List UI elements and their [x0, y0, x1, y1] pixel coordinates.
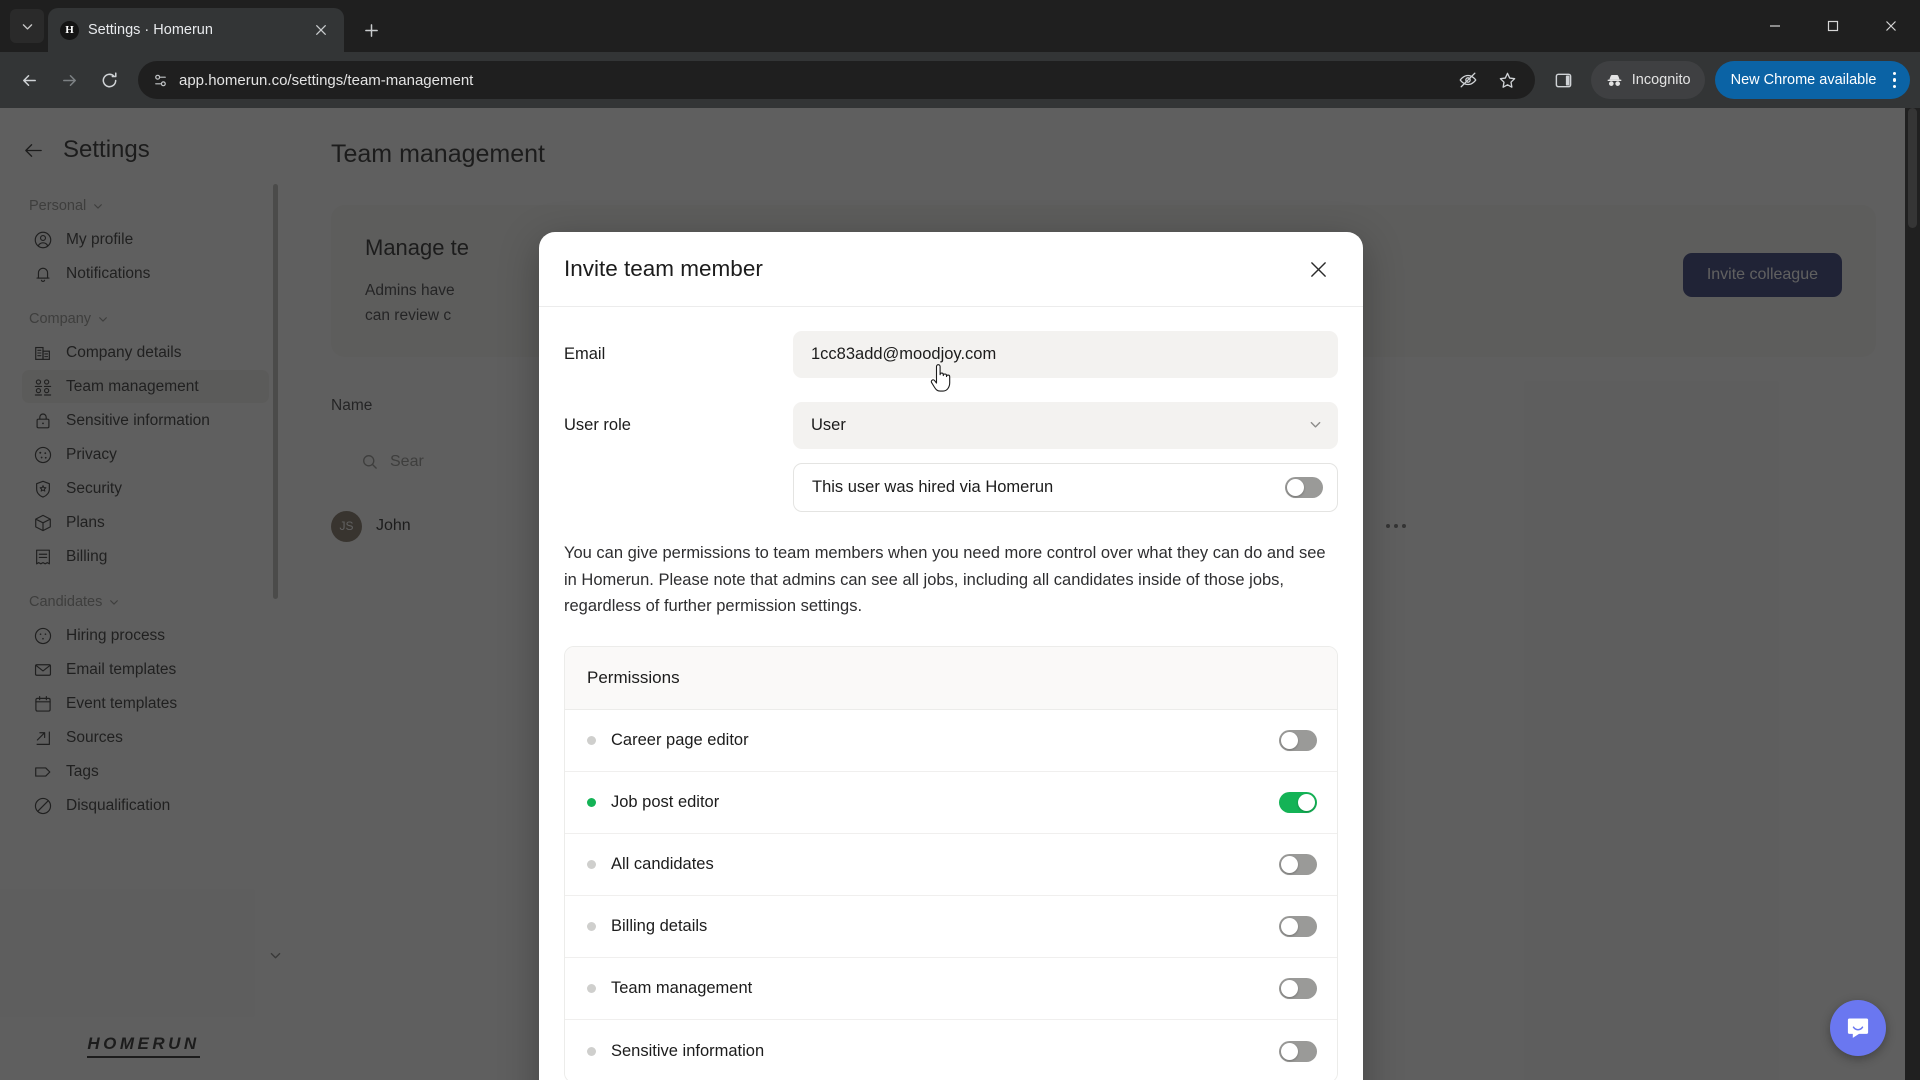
- side-panel-icon[interactable]: [1545, 61, 1583, 99]
- address-bar[interactable]: app.homerun.co/settings/team-management: [138, 61, 1535, 99]
- incognito-label: Incognito: [1631, 72, 1691, 88]
- user-role-select[interactable]: User: [793, 402, 1338, 449]
- permission-row-all-candidates: All candidates: [565, 834, 1337, 897]
- status-dot-icon: [587, 1046, 596, 1056]
- permission-toggle-career-page-editor[interactable]: [1279, 730, 1317, 752]
- window-controls: [1746, 0, 1920, 52]
- status-dot-icon: [587, 736, 596, 746]
- tab-title: Settings · Homerun: [88, 22, 213, 38]
- url-text: app.homerun.co/settings/team-management: [179, 71, 474, 89]
- permission-label: Job post editor: [611, 793, 720, 812]
- incognito-icon: [1605, 71, 1624, 90]
- permissions-panel: Permissions Career page editor Job post …: [564, 646, 1338, 1080]
- star-icon[interactable]: [1489, 61, 1527, 99]
- tab-search-icon[interactable]: [10, 9, 44, 43]
- invite-team-member-modal: Invite team member Email 1cc83add@moodjo…: [539, 232, 1363, 1080]
- status-dot-icon: [587, 798, 596, 808]
- permission-toggle-team-management[interactable]: [1279, 978, 1317, 1000]
- permission-toggle-job-post-editor[interactable]: [1279, 792, 1317, 814]
- mouse-cursor: [929, 364, 955, 399]
- chrome-update-label: New Chrome available: [1730, 72, 1877, 88]
- permission-row-job-post-editor: Job post editor: [565, 772, 1337, 835]
- permission-row-sensitive-information: Sensitive information: [565, 1020, 1337, 1080]
- status-dot-icon: [587, 984, 596, 994]
- user-role-label: User role: [564, 416, 631, 434]
- hired-via-homerun-toggle[interactable]: [1285, 477, 1323, 498]
- permission-row-team-management: Team management: [565, 958, 1337, 1021]
- permission-row-career-page-editor: Career page editor: [565, 710, 1337, 773]
- permission-label: Career page editor: [611, 731, 749, 750]
- hired-via-homerun-label: This user was hired via Homerun: [812, 478, 1054, 496]
- permission-label: All candidates: [611, 855, 714, 874]
- browser-toolbar: app.homerun.co/settings/team-management …: [0, 52, 1920, 108]
- close-icon[interactable]: [1303, 254, 1333, 284]
- status-dot-icon: [587, 922, 596, 932]
- modal-title: Invite team member: [564, 256, 763, 281]
- permission-label: Billing details: [611, 917, 708, 936]
- user-role-field-row: User role User: [564, 402, 1338, 449]
- modal-body: Email 1cc83add@moodjoy.com User role Use…: [539, 307, 1363, 1080]
- browser-window: H Settings · Homerun app.homerun.co/sett…: [0, 0, 1920, 1080]
- permission-label: Team management: [611, 979, 753, 998]
- chevron-down-icon: [1309, 418, 1322, 434]
- maximize-icon[interactable]: [1804, 0, 1862, 52]
- omnibox-actions: [1449, 61, 1527, 99]
- intercom-chat-icon[interactable]: [1830, 1000, 1886, 1056]
- browser-tab[interactable]: H Settings · Homerun: [48, 8, 344, 52]
- new-tab-button[interactable]: [354, 13, 388, 47]
- permission-row-billing-details: Billing details: [565, 896, 1337, 959]
- page-viewport: Settings Personal My profile: [0, 108, 1920, 1080]
- status-dot-icon: [587, 860, 596, 870]
- chrome-update-button[interactable]: New Chrome available: [1714, 61, 1910, 99]
- back-arrow-icon[interactable]: [10, 61, 48, 99]
- minimize-icon[interactable]: [1746, 0, 1804, 52]
- permission-toggle-all-candidates[interactable]: [1279, 854, 1317, 876]
- incognito-indicator[interactable]: Incognito: [1590, 61, 1705, 99]
- tab-strip: H Settings · Homerun: [0, 0, 1920, 52]
- forward-arrow-icon[interactable]: [50, 61, 88, 99]
- permissions-intro-text: You can give permissions to team members…: [564, 544, 1326, 616]
- permissions-header: Permissions: [565, 647, 1337, 711]
- modal-header: Invite team member: [539, 232, 1363, 307]
- favicon-icon: H: [60, 20, 79, 40]
- permission-toggle-sensitive-information[interactable]: [1279, 1040, 1317, 1062]
- window-close-icon[interactable]: [1862, 0, 1920, 52]
- kebab-menu-icon[interactable]: [1887, 71, 1903, 89]
- permission-toggle-billing-details[interactable]: [1279, 916, 1317, 938]
- user-role-value: User: [811, 416, 846, 434]
- permission-label: Sensitive information: [611, 1041, 765, 1060]
- email-field[interactable]: 1cc83add@moodjoy.com: [793, 331, 1338, 378]
- reload-icon[interactable]: [90, 61, 128, 99]
- close-icon[interactable]: [310, 19, 332, 41]
- hired-via-homerun-row: This user was hired via Homerun: [793, 463, 1338, 512]
- eye-off-icon[interactable]: [1449, 61, 1487, 99]
- email-label: Email: [564, 345, 606, 363]
- site-settings-icon[interactable]: [152, 72, 169, 89]
